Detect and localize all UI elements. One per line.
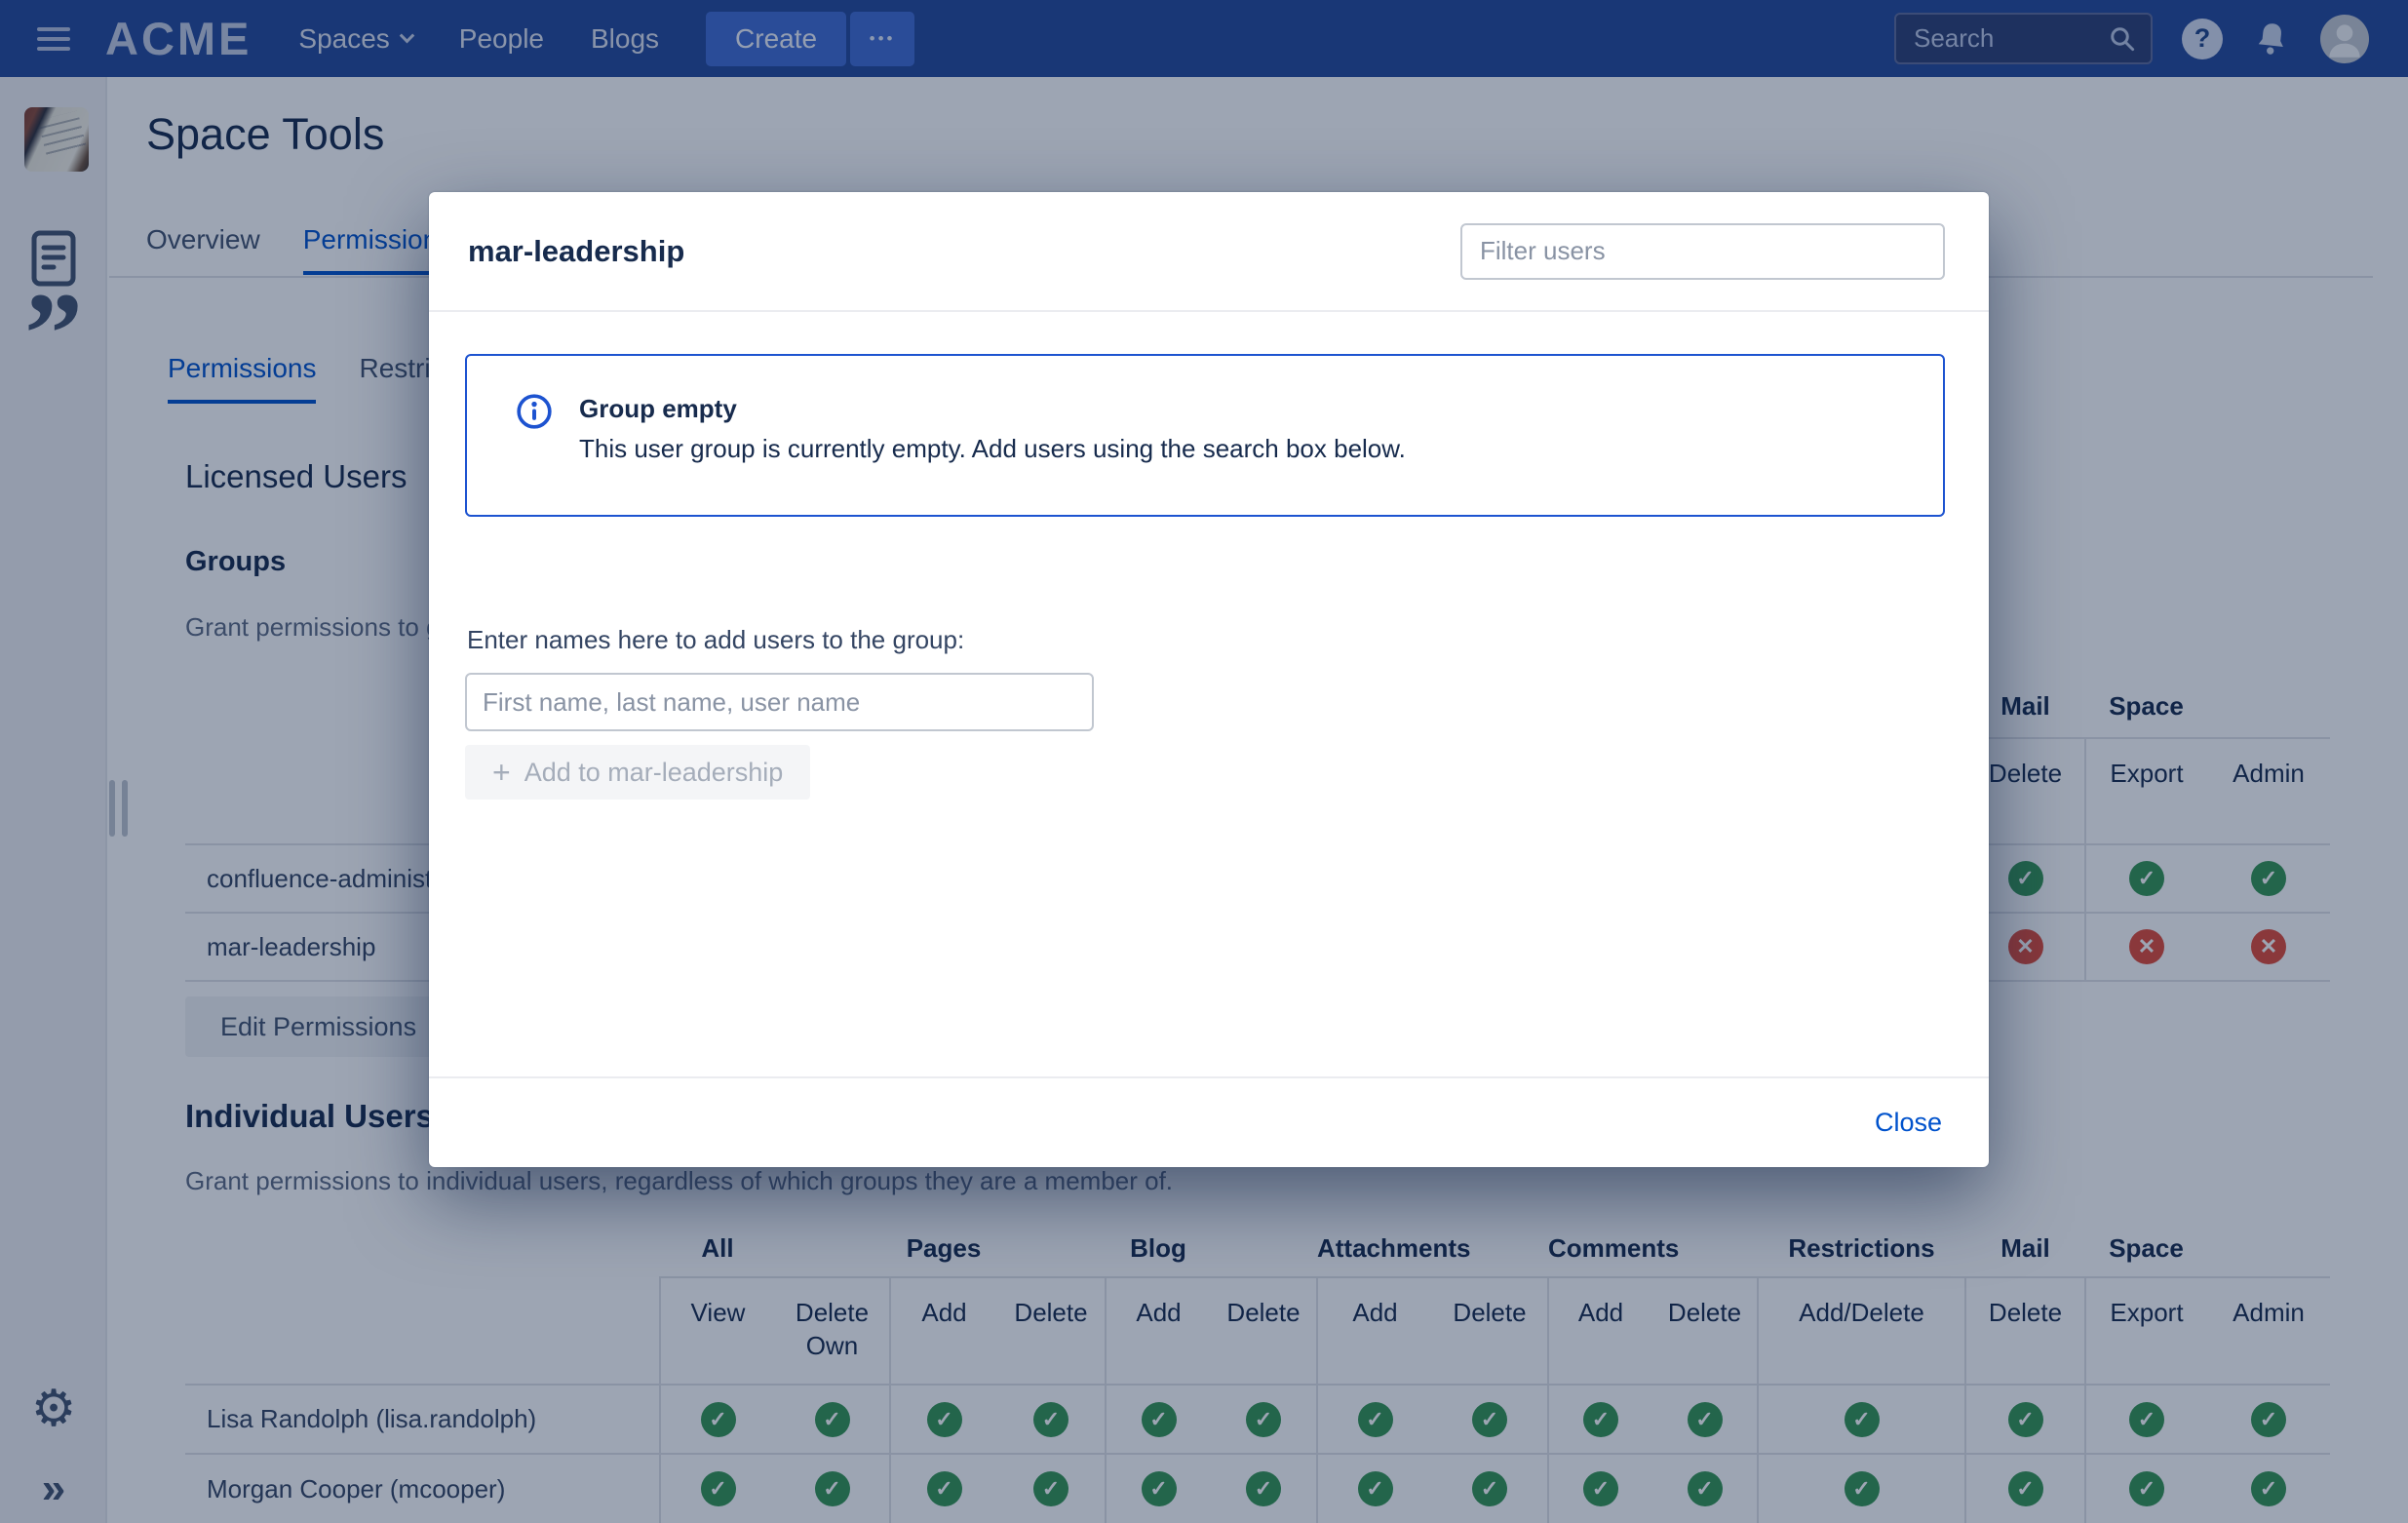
add-to-group-label: Add to mar-leadership (524, 758, 784, 788)
info-body: This user group is currently empty. Add … (579, 429, 1406, 469)
close-dialog-link[interactable]: Close (1875, 1108, 1942, 1138)
dialog-header: mar-leadership (429, 192, 1989, 312)
user-name-input[interactable] (465, 673, 1094, 731)
add-to-group-button[interactable]: + Add to mar-leadership (465, 745, 810, 800)
info-icon (516, 393, 553, 430)
group-empty-info-message: Group empty This user group is currently… (465, 354, 1945, 517)
plus-icon: + (492, 757, 511, 788)
filter-users-input[interactable] (1460, 223, 1945, 280)
group-members-dialog: mar-leadership Group empty This user gro… (429, 192, 1989, 1167)
dialog-title: mar-leadership (468, 234, 684, 269)
dialog-footer: Close (429, 1076, 1989, 1167)
info-title: Group empty (579, 389, 1406, 429)
add-users-label: Enter names here to add users to the gro… (467, 625, 964, 655)
